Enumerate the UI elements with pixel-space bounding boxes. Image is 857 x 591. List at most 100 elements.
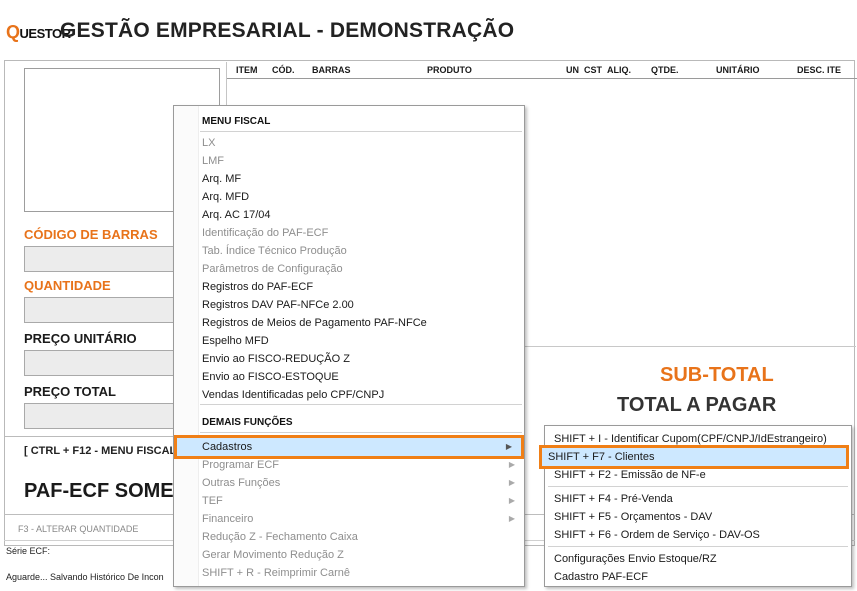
table-header: ITEM CÓD. BARRAS PRODUTO UN CST ALIQ. QT… — [227, 62, 857, 79]
menu-item-label: Parâmetros de Configuração — [202, 263, 343, 275]
column-header: UN — [566, 65, 579, 75]
menu-item: Outras Funções ▶ — [174, 474, 524, 492]
menu-separator — [200, 404, 522, 405]
menu-item[interactable]: Arq. MFD — [174, 188, 524, 206]
submenu-item[interactable]: SHIFT + F2 - Emissão de NF-e — [545, 466, 851, 484]
menu-item-label: DEMAIS FUNÇÕES — [202, 417, 293, 428]
total-to-pay-label: TOTAL A PAGAR — [617, 394, 777, 416]
submenu-item[interactable]: SHIFT + F6 - Ordem de Serviço - DAV-OS — [545, 526, 851, 544]
menu-item-label: Gerar Movimento Redução Z — [202, 549, 344, 561]
menu-item[interactable]: Registros DAV PAF-NFCe 2.00 — [174, 296, 524, 314]
subtotal-label: SUB-TOTAL — [660, 364, 774, 386]
alter-quantity-shortcut: F3 - ALTERAR QUANTIDADE — [18, 524, 139, 534]
menu-item: LMF — [174, 152, 524, 170]
menu-item[interactable]: Espelho MFD — [174, 332, 524, 350]
menu-item: Programar ECF ▶ — [174, 456, 524, 474]
menu-item[interactable]: Arq. AC 17/04 — [174, 206, 524, 224]
menu-item: Parâmetros de Configuração — [174, 260, 524, 278]
menu-separator — [548, 486, 848, 487]
menu-item-label: Tab. Índice Técnico Produção — [202, 245, 347, 257]
barcode-label: CÓDIGO DE BARRAS — [24, 227, 158, 242]
submenu-item-label: Configurações Envio Estoque/RZ — [554, 553, 717, 565]
menu-item: LX — [174, 134, 524, 152]
menu-item: TEF ▶ — [174, 492, 524, 510]
submenu-item-label: SHIFT + F4 - Pré-Venda — [554, 493, 673, 505]
menu-item-label: LX — [202, 137, 216, 149]
menu-item-label: Espelho MFD — [202, 335, 269, 347]
column-header: QTDE. — [651, 65, 679, 75]
menu-section-header: MENU FISCAL — [174, 113, 524, 131]
menu-item-label: Envio ao FISCO-REDUÇÃO Z — [202, 353, 350, 365]
unit-price-label: PREÇO UNITÁRIO — [24, 331, 137, 346]
column-header: DESC. ITE — [797, 65, 842, 75]
title-bar: QUESTOR GESTÃO EMPRESARIAL - DEMONSTRAÇÃ… — [0, 0, 857, 62]
menu-item-label: Envio ao FISCO-ESTOQUE — [202, 371, 339, 383]
menu-item-label: Registros de Meios de Pagamento PAF-NFCe — [202, 317, 427, 329]
column-header: PRODUTO — [427, 65, 472, 75]
unit-price-input[interactable] — [24, 350, 180, 376]
menu-item-label: SHIFT + R - Reimprimir Carnê — [202, 567, 351, 579]
menu-item-label: Registros DAV PAF-NFCe 2.00 — [202, 299, 354, 311]
menu-separator — [200, 131, 522, 132]
menu-item-label: Registros do PAF-ECF — [202, 281, 314, 293]
menu-item-label: Arq. AC 17/04 — [202, 209, 271, 221]
column-header: ITEM — [236, 65, 258, 75]
submenu-arrow-icon: ▶ — [508, 496, 515, 505]
submenu-item[interactable]: Configurações Envio Estoque/RZ — [545, 550, 851, 568]
serie-ecf-label: Série ECF: — [6, 546, 51, 556]
submenu-arrow-icon: ▶ — [505, 442, 512, 451]
submenu-item-label: Cadastro PAF-ECF — [554, 571, 648, 583]
quantity-label: QUANTIDADE — [24, 278, 111, 293]
column-header: CST — [584, 65, 602, 75]
menu-fiscal-shortcut: [ CTRL + F12 - MENU FISCAL — [24, 445, 177, 457]
menu-item: Gerar Movimento Redução Z — [174, 546, 524, 564]
menu-separator — [200, 432, 522, 433]
menu-item-label: Redução Z - Fechamento Caixa — [202, 531, 358, 543]
submenu-item-label: SHIFT + F5 - Orçamentos - DAV — [554, 511, 713, 523]
menu-item[interactable]: Envio ao FISCO-REDUÇÃO Z — [174, 350, 524, 368]
menu-item-label: Financeiro — [202, 513, 254, 525]
submenu-item[interactable]: Cadastro PAF-ECF — [545, 568, 851, 586]
status-message: Aguarde... Salvando Histórico De Incon — [6, 572, 164, 582]
column-header: BARRAS — [312, 65, 351, 75]
column-header: UNITÁRIO — [716, 65, 760, 75]
menu-separator — [548, 546, 848, 547]
submenu-item-label: SHIFT + F6 - Ordem de Serviço - DAV-OS — [554, 529, 760, 541]
menu-item: Redução Z - Fechamento Caixa — [174, 528, 524, 546]
menu-item-label: Identificação do PAF-ECF — [202, 227, 329, 239]
submenu-item[interactable]: SHIFT + F5 - Orçamentos - DAV — [545, 508, 851, 526]
menu-item[interactable]: Registros do PAF-ECF — [174, 278, 524, 296]
menu-item[interactable]: Registros de Meios de Pagamento PAF-NFCe — [174, 314, 524, 332]
menu-item-label: MENU FISCAL — [202, 116, 271, 127]
submenu-arrow-icon: ▶ — [508, 460, 515, 469]
menu-item-label: Outras Funções — [202, 477, 281, 489]
submenu-item[interactable]: SHIFT + F4 - Pré-Venda — [545, 490, 851, 508]
submenu-arrow-icon: ▶ — [508, 478, 515, 487]
cadastros-submenu: SHIFT + I - Identificar Cupom(CPF/CNPJ/I… — [539, 425, 852, 587]
menu-item-label: Programar ECF — [202, 459, 280, 471]
submenu-arrow-icon: ▶ — [508, 514, 515, 523]
menu-item[interactable]: Vendas Identificadas pelo CPF/CNPJ — [174, 386, 524, 404]
total-price-input[interactable] — [24, 403, 180, 429]
menu-item[interactable]: Envio ao FISCO-ESTOQUE — [174, 368, 524, 386]
menu-item-label: Arq. MF — [202, 173, 242, 185]
menu-item-label: Vendas Identificadas pelo CPF/CNPJ — [202, 389, 385, 401]
menu-item-label: LMF — [202, 155, 224, 167]
barcode-input[interactable] — [24, 246, 180, 272]
menu-item: Identificação do PAF-ECF — [174, 224, 524, 242]
column-header: ALIQ. — [607, 65, 631, 75]
submenu-item-label: SHIFT + F2 - Emissão de NF-e — [554, 469, 706, 481]
menu-item-label: Arq. MFD — [202, 191, 250, 203]
menu-item: SHIFT + R - Reimprimir Carnê — [174, 564, 524, 582]
menu-item: Financeiro ▶ — [174, 510, 524, 528]
menu-item-label: Cadastros — [202, 441, 253, 453]
paf-ecf-banner: PAF-ECF SOME — [24, 480, 174, 502]
menu-item: Tab. Índice Técnico Produção — [174, 242, 524, 260]
fiscal-context-menu: MENU FISCAL LX LMF Arq. MF Arq. MFD Arq. AC 1… — [173, 105, 525, 587]
menu-item[interactable]: Arq. MF — [174, 170, 524, 188]
quantity-input[interactable] — [24, 297, 180, 323]
total-price-label: PREÇO TOTAL — [24, 384, 116, 399]
menu-item-label: TEF — [202, 495, 223, 507]
submenu-item-label: SHIFT + F7 - Clientes — [548, 451, 655, 463]
divider — [524, 346, 856, 347]
